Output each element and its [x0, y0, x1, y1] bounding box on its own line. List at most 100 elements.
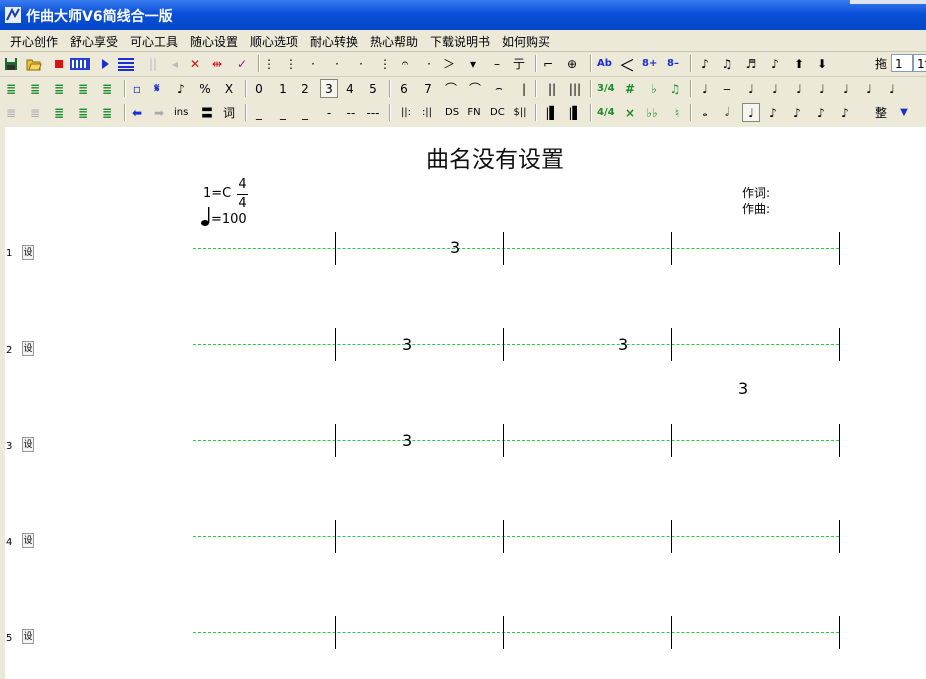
menu-how-to-buy[interactable]: 如何购买 — [502, 33, 550, 50]
row-settings-button[interactable]: 设 — [22, 341, 34, 356]
time-3-4-button[interactable]: 3/4 — [597, 79, 615, 98]
octave-up-button[interactable]: 8+ — [642, 54, 657, 73]
time-4-4-button[interactable]: 4/4 — [597, 103, 615, 122]
sharp-button[interactable]: # — [623, 79, 637, 98]
staff-add-3-icon[interactable]: ≣ — [52, 79, 66, 98]
cross-arrows-icon[interactable]: ✕ — [188, 54, 202, 73]
row-settings-button[interactable]: 设 — [22, 533, 34, 548]
staff-line[interactable] — [193, 440, 839, 441]
row-settings-button[interactable]: 设 — [22, 629, 34, 644]
percent-symbol[interactable]: % — [198, 79, 212, 98]
note[interactable]: 3 — [618, 335, 628, 354]
note-x-icon[interactable]: ♩ — [815, 79, 829, 98]
down-mark-icon[interactable]: ▾ — [466, 54, 480, 73]
staff-line[interactable] — [193, 248, 839, 249]
dropdown-arrow-icon[interactable]: ▼ — [897, 103, 911, 122]
piano-keyboard-icon[interactable] — [70, 54, 90, 73]
insert-button[interactable]: ins — [174, 103, 188, 122]
staff-add-5-icon[interactable]: ≣ — [100, 79, 114, 98]
crescendo-icon[interactable]: ＜ — [619, 54, 635, 75]
dot-col-2[interactable]: ⋮ — [284, 54, 298, 73]
bracket-icon[interactable]: ⌐ — [541, 54, 555, 73]
pause-icon[interactable]: || — [146, 54, 160, 73]
dot-2[interactable]: · — [330, 54, 344, 73]
dot-4[interactable]: · — [422, 54, 436, 73]
dash-2-icon[interactable]: -- — [344, 103, 358, 122]
end-bar-2-icon[interactable]: |▌ — [568, 103, 582, 122]
staff-line[interactable] — [193, 536, 839, 537]
arrow-left-icon[interactable]: ⬅ — [130, 103, 144, 122]
staff-line-3-icon[interactable]: ≣ — [100, 103, 114, 122]
arrow-down-icon[interactable]: ⬇ — [815, 54, 829, 73]
check-brush-icon[interactable]: ✓ — [235, 54, 249, 73]
number-1-button[interactable]: 1 — [276, 79, 290, 98]
box-icon[interactable]: ▫ — [130, 79, 144, 98]
end-bar-icon[interactable]: |▌ — [545, 103, 559, 122]
lyricist-label[interactable]: 作词: — [742, 184, 770, 201]
drag-spin-input[interactable]: 1 — [891, 54, 913, 72]
number-6-button[interactable]: 6 — [397, 79, 411, 98]
64th-note-icon[interactable]: ♪ — [838, 103, 852, 122]
ds-button[interactable]: DS — [445, 103, 459, 122]
eighth-note-icon[interactable]: ♪ — [768, 54, 782, 73]
fermata-icon[interactable]: 𝄐 — [398, 54, 412, 73]
menu-rexin-bangzhu[interactable]: 热心帮助 — [370, 33, 418, 50]
arrow-right-icon[interactable]: ➡ — [152, 103, 166, 122]
grace-note-icon[interactable]: ♪ — [698, 54, 712, 73]
accent-icon[interactable]: ＞ — [442, 54, 456, 73]
number-0-button[interactable]: 0 — [252, 79, 266, 98]
play-icon[interactable] — [98, 54, 112, 73]
whole-fit-button[interactable]: 整 — [874, 103, 888, 122]
natural-button[interactable]: ♮ — [670, 103, 684, 122]
underline-2-icon[interactable]: _ — [276, 103, 290, 122]
double-flat-button[interactable]: ♭♭ — [645, 103, 659, 122]
number-2-button[interactable]: 2 — [298, 79, 312, 98]
dash-3-icon[interactable]: --- — [366, 103, 380, 122]
barline-thin-icon[interactable]: | — [517, 79, 531, 98]
coda-icon[interactable]: ⊕ — [565, 54, 579, 73]
triplet-icon[interactable]: ♫ — [668, 79, 682, 98]
title-bar[interactable]: 作曲大师V6简线合一版 — [0, 0, 926, 30]
tempo-marking[interactable]: =100 — [201, 205, 247, 227]
merge-arrows-icon[interactable]: ⇹ — [210, 54, 224, 73]
eighth-note-2-icon[interactable]: ♪ — [766, 103, 780, 122]
staff-line-2-icon[interactable]: ≣ — [76, 103, 90, 122]
menu-shunxin-xuanxiang[interactable]: 顺心选项 — [250, 33, 298, 50]
tie-icon[interactable]: ⌢ — [492, 79, 506, 98]
dot-col-3[interactable]: ⋮ — [378, 54, 392, 73]
menu-suixin-shezhi[interactable]: 随心设置 — [190, 33, 238, 50]
staff-add-icon[interactable]: ≣ — [4, 79, 18, 98]
note[interactable]: 3 — [450, 238, 460, 257]
note-low-2-icon[interactable]: ♩ — [768, 79, 782, 98]
note-low-3-icon[interactable]: ♩ — [792, 79, 806, 98]
repeat-bar-icon[interactable]: ||| — [568, 79, 582, 98]
note-down-icon[interactable]: ♩ — [862, 79, 876, 98]
ab-button[interactable]: Ab — [597, 54, 612, 73]
whole-note-icon[interactable]: 𝅝 — [698, 103, 712, 122]
open-folder-icon[interactable] — [26, 54, 42, 73]
dot-col-1[interactable]: ⋮ — [262, 54, 276, 73]
staff-line[interactable] — [193, 344, 839, 345]
segno-end-button[interactable]: $|| — [513, 103, 527, 122]
note[interactable]: 3 — [402, 431, 412, 450]
staff-remove-2-icon[interactable]: ≣ — [28, 103, 42, 122]
note[interactable]: 3 — [738, 379, 748, 398]
row-settings-button[interactable]: 设 — [22, 437, 34, 452]
rewind-icon[interactable]: ◂ — [168, 54, 182, 73]
octave-down-button[interactable]: 8– — [666, 54, 680, 73]
32nd-note-icon[interactable]: ♪ — [814, 103, 828, 122]
key-signature[interactable]: 1=C — [203, 186, 231, 201]
staff-add-2-icon[interactable]: ≣ — [28, 79, 42, 98]
segno-icon[interactable]: 𝄋 — [150, 79, 164, 98]
slur-icon[interactable]: ⌒ — [444, 79, 458, 98]
staff-add-4-icon[interactable]: ≣ — [76, 79, 90, 98]
staff-remove-icon[interactable]: ≣ — [4, 103, 18, 122]
note[interactable]: 3 — [402, 335, 412, 354]
note-up-icon[interactable]: ♩ — [885, 79, 899, 98]
drag-spin-input-2[interactable]: 1f — [913, 54, 926, 72]
slur-2-icon[interactable]: ⌒ — [468, 79, 482, 98]
rest-icon[interactable]: ‒ — [720, 79, 734, 98]
menu-shuxin-xiangshou[interactable]: 舒心享受 — [70, 33, 118, 50]
underline-3-icon[interactable]: _ — [298, 103, 312, 122]
row-settings-button[interactable]: 设 — [22, 245, 34, 260]
